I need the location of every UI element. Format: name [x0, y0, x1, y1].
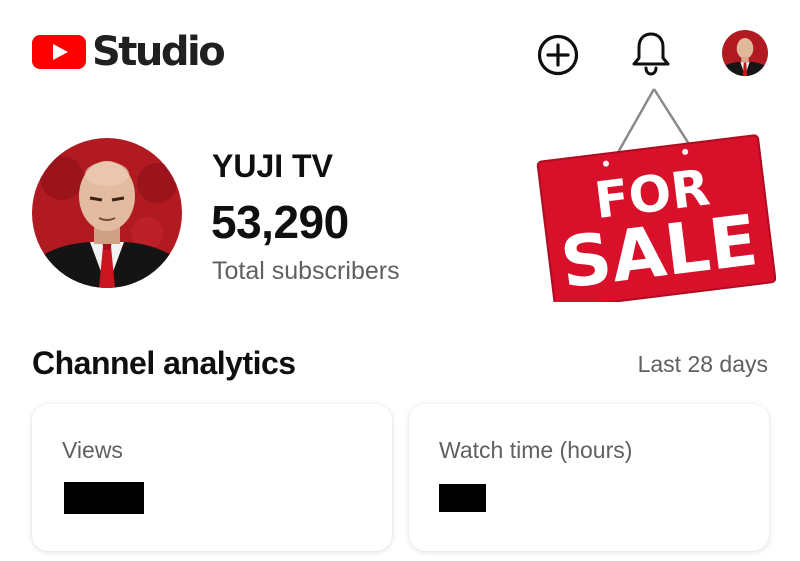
subscriber-count: 53,290 [211, 196, 349, 248]
studio-logo[interactable]: Studio [32, 29, 226, 75]
watch-time-value-redacted [439, 484, 486, 512]
channel-avatar[interactable] [32, 138, 182, 288]
watch-time-card[interactable]: Watch time (hours) [409, 404, 769, 551]
account-avatar-image [722, 30, 768, 76]
bell-icon [632, 32, 670, 76]
views-label: Views [62, 437, 123, 463]
youtube-play-icon [32, 35, 86, 69]
analytics-title: Channel analytics [32, 345, 296, 381]
account-avatar[interactable] [722, 30, 768, 76]
notifications-button[interactable] [629, 29, 673, 77]
subscriber-label: Total subscribers [212, 257, 400, 285]
for-sale-sign: FOR SALE [536, 88, 776, 302]
studio-dashboard: Studio YUJI TV 53,290 Total subscribers … [0, 0, 800, 561]
channel-name: YUJI TV [212, 148, 333, 184]
plus-circle-icon [537, 34, 579, 76]
create-button[interactable] [536, 33, 580, 77]
channel-avatar-image [32, 138, 182, 288]
period-selector[interactable]: Last 28 days [638, 350, 768, 378]
watch-time-label: Watch time (hours) [439, 437, 633, 463]
views-card[interactable]: Views [32, 404, 392, 551]
views-value-redacted [64, 482, 144, 514]
studio-logo-text: Studio [92, 29, 226, 75]
